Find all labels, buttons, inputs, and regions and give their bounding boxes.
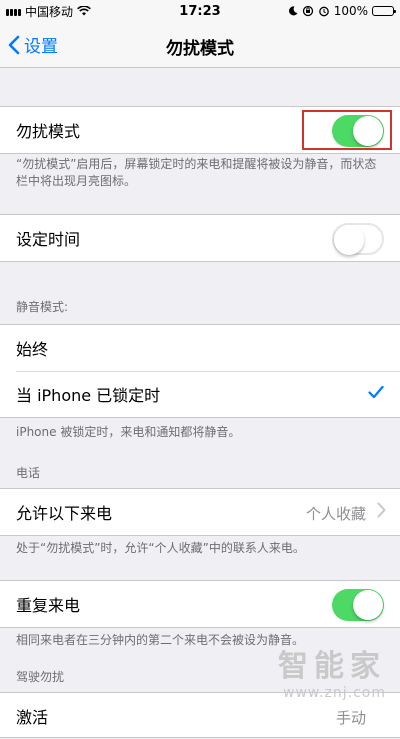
silence-header: 静音模式: <box>16 300 69 314</box>
toggle-knob <box>353 590 383 620</box>
battery-percent: 100% <box>333 4 368 18</box>
silence-footer: iPhone 被锁定时，来电和通知都将静音。 <box>16 425 241 439</box>
repeated-group: 重复来电 <box>0 580 400 628</box>
phone-group: 允许以下来电 个人收藏 <box>0 488 400 536</box>
schedule-toggle[interactable] <box>332 223 384 255</box>
option-label: 当 iPhone 已锁定时 <box>16 386 161 405</box>
activate-value: 手动 <box>335 709 366 727</box>
activate-label: 激活 <box>16 708 49 727</box>
option-label: 始终 <box>16 340 49 359</box>
carrier-label: 中国移动 <box>25 4 74 19</box>
dnd-label: 勿扰模式 <box>16 122 81 141</box>
dnd-footer: “勿扰模式”启用后，屏幕锁定时的来电和提醒将被设为静音，而状态栏中将出现月亮图标… <box>16 157 377 188</box>
phone-footer: 处于“勿扰模式”时，允许“个人收藏”中的联系人来电。 <box>16 541 305 555</box>
repeated-toggle[interactable] <box>332 589 384 621</box>
battery-icon <box>372 6 396 16</box>
allow-calls-label: 允许以下来电 <box>16 504 113 523</box>
schedule-group: 设定时间 <box>0 214 400 262</box>
checkmark-icon <box>368 385 384 399</box>
silence-group: 始终 当 iPhone 已锁定时 <box>0 324 400 418</box>
alarm-icon <box>318 6 329 17</box>
phone-header: 电话 <box>16 466 41 480</box>
toggle-knob <box>334 225 364 255</box>
repeated-cell: 重复来电 <box>0 581 400 627</box>
chevron-right-icon <box>377 502 386 518</box>
allow-calls-cell[interactable]: 允许以下来电 个人收藏 <box>0 489 400 535</box>
page-title: 勿扰模式 <box>166 39 234 59</box>
schedule-cell: 设定时间 <box>0 215 400 261</box>
moon-icon <box>288 6 298 16</box>
watermark-logo: 智能家 www.znj.com <box>278 641 386 701</box>
silence-option-always[interactable]: 始终 <box>0 325 400 371</box>
watermark-title: 智能家 <box>278 649 386 684</box>
highlight-box <box>302 110 392 150</box>
navigation-bar: 设置 勿扰模式 <box>0 22 400 68</box>
orientation-lock-icon <box>302 5 313 17</box>
driving-header: 驾驶勿扰 <box>16 670 65 684</box>
schedule-label: 设定时间 <box>16 230 81 249</box>
watermark-url: www.znj.com <box>283 685 386 701</box>
status-bar: 中国移动 17:23 100% <box>0 0 400 22</box>
repeated-label: 重复来电 <box>16 596 81 615</box>
silence-option-locked[interactable]: 当 iPhone 已锁定时 <box>0 371 400 417</box>
signal-icon <box>6 6 21 16</box>
allow-calls-value: 个人收藏 <box>305 505 366 523</box>
wifi-icon <box>77 6 91 16</box>
